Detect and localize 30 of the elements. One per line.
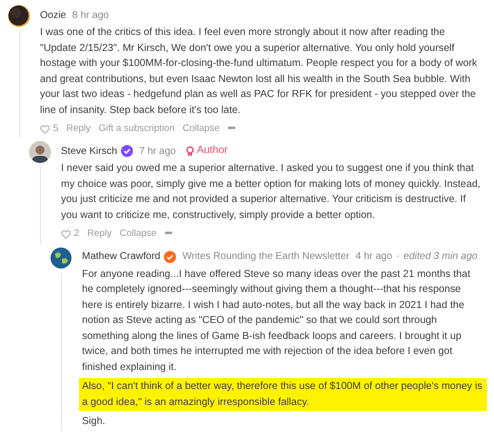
- action-link[interactable]: Collapse: [120, 227, 157, 242]
- like-button[interactable]: 2: [61, 227, 80, 242]
- author-byline: Writes Rounding the Earth Newsletter: [182, 250, 350, 264]
- comment-time: 8 hr ago: [72, 8, 109, 22]
- heart-icon: [61, 230, 71, 239]
- separator-dot: ·: [396, 250, 400, 264]
- comment-paragraph: I never said you owed me a superior alternative. I asked you to suggest one if you think that my choice was poor, simply give me a better option for making lots of money quickly. Instead, you just criticize me and not provided a superior alternative. Your criticism is destructive. If you want to criticize me, constructively, simply provide a better option.: [61, 162, 482, 223]
- avatar: [8, 5, 30, 27]
- more-button[interactable]: •••: [164, 227, 172, 242]
- author-label: Author: [196, 143, 228, 158]
- heart-icon: [40, 124, 50, 134]
- like-button[interactable]: 5: [40, 122, 58, 136]
- highlighted-paragraph: Also, "I can't think of a better way, therefore this use of $100M of other people's money is a good idea," is an amazingly irresponsible fallacy.: [79, 378, 487, 411]
- comment-paragraph: For anyone reading...I have offered Steve so many ideas over the past 21 months that he completely ignored---seemingly without giving them a thought---that his response here is entirely bizarre. I wish I had auto-notes, but all the way back in 2021 I had the notion as Steve acting as "CEO of the pandemic" so that we could sort through something along the lines of Game B-ish feedback loops and careers. I brought it up twice, and both times he interrupted me with rejection of the idea before I even got finished explaining it.: [82, 268, 472, 374]
- more-button[interactable]: •••: [228, 122, 235, 136]
- action-link[interactable]: Reply: [87, 227, 112, 242]
- author-name[interactable]: Steve Kirsch: [61, 144, 118, 159]
- author-name[interactable]: Oozie: [40, 8, 66, 22]
- comment-paragraph: Sigh.: [82, 415, 106, 429]
- avatar: [29, 141, 51, 164]
- author-name[interactable]: Mathew Crawford: [82, 249, 160, 264]
- comment-time: 7 hr ago: [139, 144, 176, 159]
- globe-icon: [50, 246, 72, 268]
- action-link[interactable]: Reply: [66, 122, 91, 136]
- edited-time: edited 3 min ago: [404, 250, 478, 264]
- comment-time: 4 hr ago: [355, 250, 392, 264]
- comment-paragraph: I was one of the critics of this idea. I feel even more strongly about it now after reading the "Update 2/15/23". Mr Kirsch, We don't owe you a superior alternative. You only hold yourself hostage with your $100MM-for-closing-the-fund ultimatum. People respect you for a body of work and great contributions, but even Isaac Newton lost all his wealth in the South Sea bubble. With your last two ideas - hedgefund plan as well as PAC for RFK for president - you stepped over the line of insanity. Step back before it's too late.: [40, 26, 478, 118]
- action-link[interactable]: Gift a subscription: [98, 122, 175, 136]
- action-link[interactable]: Collapse: [182, 122, 220, 136]
- author-icon: [186, 146, 194, 157]
